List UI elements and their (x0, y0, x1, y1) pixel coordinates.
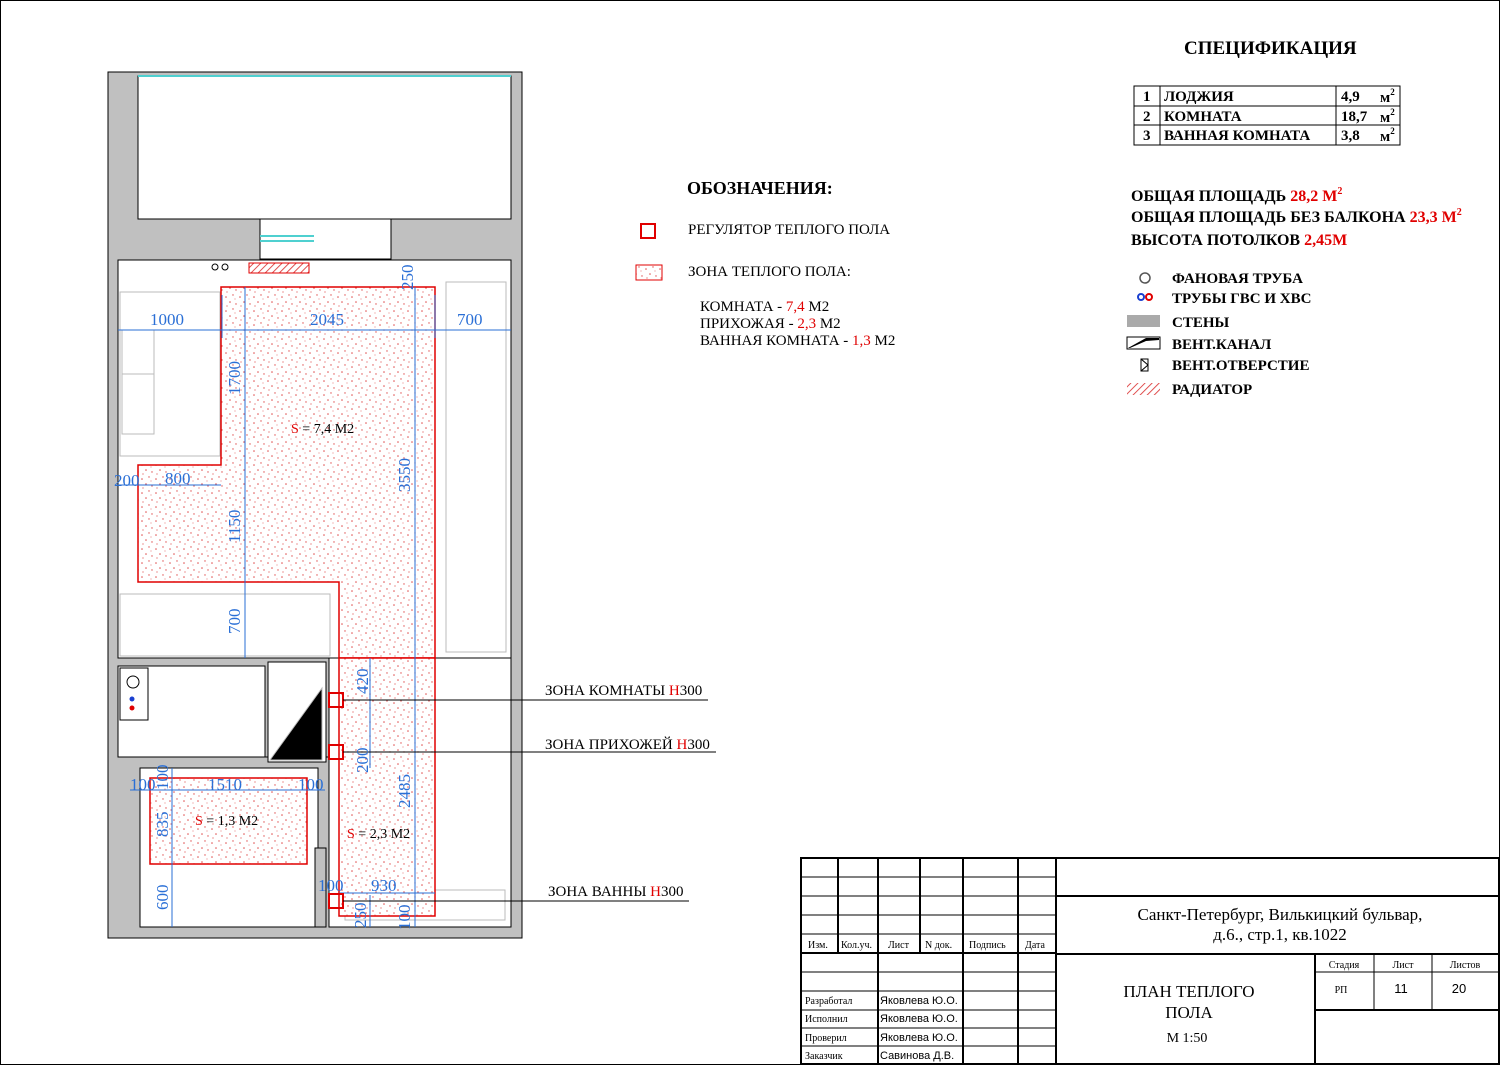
stamp-scale: М 1:50 (1167, 1031, 1208, 1046)
spec-row-unit: м2 (1380, 107, 1395, 126)
fan-pipe-icon (1139, 272, 1151, 284)
regulator-legend-icon (640, 223, 656, 239)
designation-zone: ЗОНА ТЕПЛОГО ПОЛА: (688, 264, 851, 280)
callout-hall: ЗОНА ПРИХОЖЕЙ Н300 (545, 736, 710, 753)
dim-250-b: 250 (351, 903, 370, 929)
stamp-person: Савинова Д.В. (880, 1050, 954, 1062)
spec-row-num: 2 (1143, 109, 1151, 125)
dim-3550: 3550 (395, 458, 414, 492)
spec-row-unit: м2 (1380, 87, 1395, 106)
designation-zone-room: КОМНАТА - 7,4 М2 (700, 299, 829, 315)
stamp-stage: РП (1335, 985, 1348, 996)
hot-pipe-icon (129, 696, 135, 702)
designations-title: ОБОЗНАЧЕНИЯ: (687, 178, 833, 198)
dim-2485: 2485 (395, 774, 414, 808)
stamp-header: Изм. (808, 940, 828, 951)
spec-row-area: 4,9 (1341, 89, 1360, 105)
callout-room: ЗОНА КОМНАТЫ Н300 (545, 683, 702, 699)
dim-600: 600 (153, 885, 172, 911)
designation-zone-hall: ПРИХОЖАЯ - 2,3 М2 (700, 316, 841, 332)
stamp-sheets: 20 (1452, 981, 1466, 996)
dim-100-v: 100 (153, 765, 172, 791)
dim-1000: 1000 (150, 310, 184, 329)
spec-row-area: 3,8 (1341, 128, 1360, 144)
heated-zone-legend-icon (635, 264, 663, 281)
hot-water-icon (1137, 293, 1145, 301)
spec-row-num: 3 (1143, 128, 1151, 144)
stamp-person: Яковлева Ю.О. (880, 1032, 958, 1044)
vent-channel-icon (1126, 336, 1161, 350)
stamp-header: Дата (1025, 940, 1045, 951)
legend-pipes: ТРУБЫ ГВС И ХВС (1172, 291, 1311, 307)
spec-row-name: КОМНАТА (1164, 109, 1242, 125)
legend-fan-pipe: ФАНОВАЯ ТРУБА (1172, 271, 1303, 287)
stamp-role: Разработал (805, 996, 852, 1007)
cold-pipe-icon (129, 705, 135, 711)
stamp-person: Яковлева Ю.О. (880, 1013, 958, 1025)
floor-heating-plan: 1000 2045 700 250 1700 3550 200 800 1150… (0, 0, 1500, 1065)
stamp-header: Кол.уч. (841, 940, 872, 951)
dim-1700: 1700 (225, 361, 244, 395)
spec-row-num: 1 (1143, 89, 1151, 105)
stamp-header: Подпись (969, 940, 1006, 951)
designation-regulator: РЕГУЛЯТОР ТЕПЛОГО ПОЛА (688, 222, 890, 238)
stamp-sheets-label: Листов (1450, 960, 1481, 971)
dim-2045: 2045 (310, 310, 344, 329)
dim-200: 200 (114, 471, 140, 490)
dim-100: 100 (130, 775, 156, 794)
dim-200-b: 200 (353, 748, 372, 774)
dim-1510: 1510 (208, 775, 242, 794)
dim-835: 835 (153, 812, 172, 838)
area-hall-label: S = 2,3 М2 (347, 827, 410, 842)
vent-hole-icon (1140, 358, 1149, 372)
designation-zone-bath: ВАННАЯ КОМНАТА - 1,3 М2 (700, 333, 895, 349)
radiator-swatch-icon (1127, 383, 1160, 395)
dim-250: 250 (398, 265, 417, 291)
legend-radiator: РАДИАТОР (1172, 382, 1252, 398)
stamp-role: Исполнил (805, 1014, 848, 1025)
stamp-stage-label: Стадия (1329, 960, 1360, 971)
stamp-header: Лист (888, 940, 910, 951)
dim-100-c: 100 (298, 775, 324, 794)
dim-100-d: 100 (318, 876, 344, 895)
area-room-label: S = 7,4 М2 (291, 422, 354, 437)
stamp-person: Яковлева Ю.О. (880, 995, 958, 1007)
stamp-title-line1: ПЛАН ТЕПЛОГО (1123, 982, 1254, 1001)
stamp-title-line2: ПОЛА (1165, 1003, 1213, 1022)
cold-water-icon (1145, 293, 1153, 301)
dim-700: 700 (457, 310, 483, 329)
callout-bath: ЗОНА ВАННЫ Н300 (548, 884, 684, 900)
dim-800: 800 (165, 469, 191, 488)
spec-row-area: 18,7 (1341, 109, 1368, 125)
stamp-role: Заказчик (805, 1051, 843, 1062)
area-bath-label: S = 1,3 М2 (195, 814, 258, 829)
spec-row-name: ЛОДЖИЯ (1164, 89, 1234, 105)
dim-420: 420 (353, 669, 372, 695)
dim-1150: 1150 (225, 510, 244, 543)
dim-100-e: 100 (395, 905, 414, 931)
stamp-header: N док. (925, 940, 952, 951)
legend-walls: СТЕНЫ (1172, 315, 1230, 331)
total-area-no-balcony: ОБЩАЯ ПЛОЩАДЬ БЕЗ БАЛКОНА 23,3 М2 (1131, 207, 1462, 226)
fan-pipe-icon (211, 263, 219, 271)
stamp-sheet: 11 (1394, 981, 1408, 996)
radiator-icon (248, 262, 310, 274)
spec-row-unit: м2 (1380, 126, 1395, 145)
wall-swatch-icon (1127, 315, 1160, 327)
stamp-sheet-label: Лист (1393, 960, 1415, 971)
stamp-role: Проверил (805, 1033, 847, 1044)
dim-930: 930 (371, 876, 397, 895)
stamp-address-line2: д.6., стр.1, кв.1022 (1213, 925, 1347, 944)
spec-row-name: ВАННАЯ КОМНАТА (1164, 128, 1310, 144)
spec-title: СПЕЦИФИКАЦИЯ (1184, 38, 1357, 59)
dim-700-b: 700 (225, 609, 244, 635)
symbol-legend (1126, 272, 1161, 395)
stamp-address-line1: Санкт-Петербург, Вилькицкий бульвар, (1138, 905, 1423, 924)
legend-vent-channel: ВЕНТ.КАНАЛ (1172, 337, 1271, 353)
legend-vent-hole: ВЕНТ.ОТВЕРСТИЕ (1172, 358, 1309, 374)
ceiling-height: ВЫСОТА ПОТОЛКОВ 2,45М (1131, 232, 1347, 249)
total-area: ОБЩАЯ ПЛОЩАДЬ 28,2 М2 (1131, 186, 1342, 205)
fan-pipe-icon (221, 263, 229, 271)
